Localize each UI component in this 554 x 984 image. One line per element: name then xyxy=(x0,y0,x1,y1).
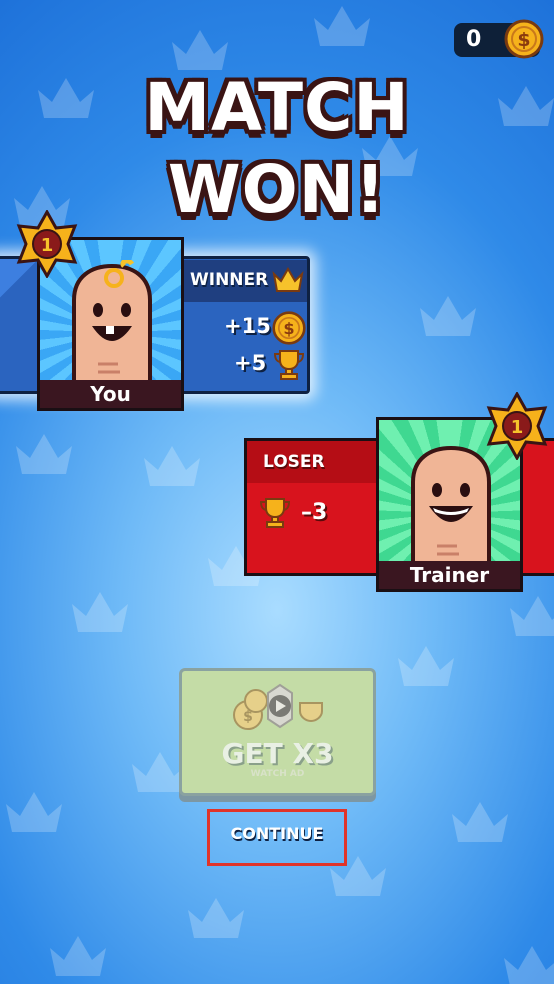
crown-icon xyxy=(6,792,62,832)
player-name: You xyxy=(40,380,181,408)
coins-reward: +15 xyxy=(224,314,271,338)
thumb-avatar-icon xyxy=(411,445,491,572)
watch-ad-label: WATCH AD xyxy=(250,769,305,779)
svg-text:$: $ xyxy=(517,29,530,51)
title-line-1: MATCH xyxy=(144,69,410,146)
crown-icon xyxy=(72,592,128,632)
crown-icon xyxy=(504,946,554,984)
winner-label: WINNER xyxy=(190,270,269,290)
crown-icon xyxy=(398,646,454,686)
crown-icon xyxy=(144,446,200,486)
title-line-2: WON! xyxy=(167,151,387,228)
coin-icon: $ xyxy=(504,19,544,59)
crown-icon xyxy=(510,596,554,636)
continue-button[interactable]: CONTINUE xyxy=(207,809,347,866)
coin-icon: $ xyxy=(272,311,306,345)
get-x3-button[interactable]: $ GET X3 WATCH AD xyxy=(179,668,376,796)
crown-icon xyxy=(188,898,244,938)
continue-label: CONTINUE xyxy=(230,824,324,843)
trophy-penalty: –3 xyxy=(301,500,328,525)
trophy-icon xyxy=(259,498,291,528)
crown-icon xyxy=(16,434,72,474)
loser-label: LOSER xyxy=(263,452,325,472)
trophy-icon xyxy=(273,350,305,380)
coin-counter: 0 $ xyxy=(454,19,544,59)
player-rank: 1 xyxy=(41,235,54,256)
trophy-reward: +5 xyxy=(234,351,267,375)
coin-balance: 0 xyxy=(466,27,482,52)
crown-icon xyxy=(272,267,304,292)
thumb-avatar-icon xyxy=(72,260,152,390)
rank-star-badge-icon: 1 xyxy=(486,392,548,460)
crown-icon xyxy=(50,936,106,976)
svg-text:$: $ xyxy=(283,319,294,338)
get-x3-label: GET X3 xyxy=(221,737,334,770)
opponent-name: Trainer xyxy=(379,561,520,589)
crown-icon xyxy=(420,296,476,336)
opponent-rank: 1 xyxy=(511,417,524,438)
rank-star-badge-icon: 1 xyxy=(16,210,78,278)
crown-icon xyxy=(314,6,370,46)
reward-bundle-icon: $ xyxy=(233,683,323,730)
crown-icon xyxy=(452,802,508,842)
